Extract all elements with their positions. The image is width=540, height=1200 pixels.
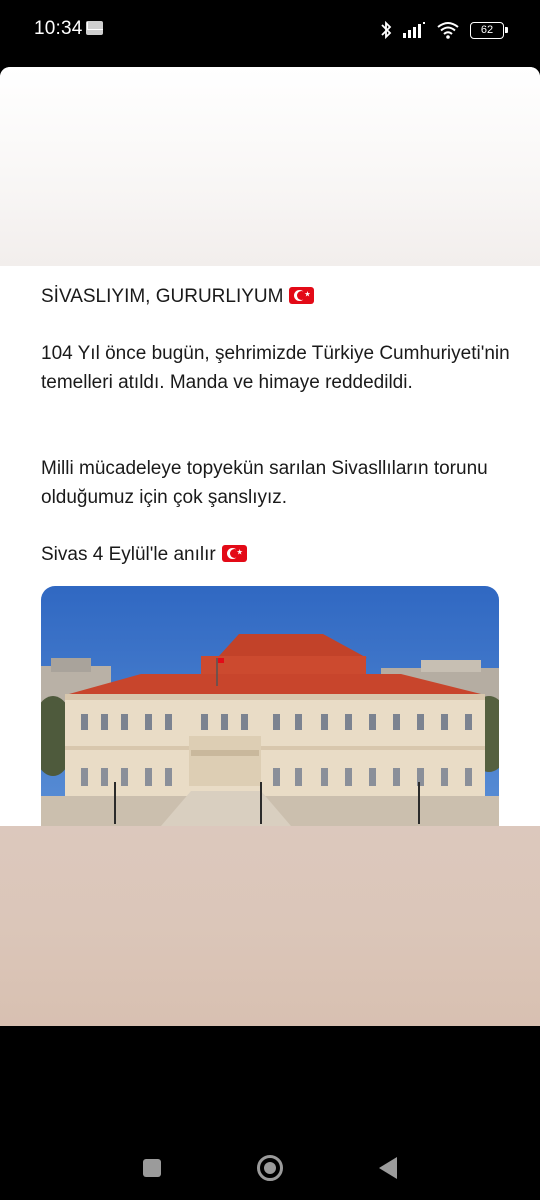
post-title: SİVASLIYIM, GURURLIYUM	[41, 282, 511, 311]
congress-building-image[interactable]	[41, 586, 499, 826]
card-bottom-fade	[0, 826, 540, 1026]
post-paragraph-1: 104 Yıl önce bugün, şehrimizde Türkiye C…	[41, 343, 510, 393]
post-title-text: SİVASLIYIM, GURURLIYUM	[41, 286, 284, 307]
post-content: SİVASLIYIM, GURURLIYUM 104 Yıl önce bugü…	[0, 266, 540, 826]
navigation-bar	[0, 1110, 540, 1200]
card-top-fade	[0, 67, 540, 266]
post-tagline: Sivas 4 Eylül'le anılır	[41, 540, 511, 569]
post-tagline-text: Sivas 4 Eylül'le anılır	[41, 544, 216, 565]
back-button[interactable]	[379, 1157, 397, 1179]
status-time: 10:34	[34, 18, 83, 39]
mail-icon	[86, 21, 103, 35]
battery-icon: 62	[470, 21, 508, 39]
status-icons: 62	[380, 17, 508, 43]
recents-button[interactable]	[143, 1159, 161, 1177]
home-button[interactable]	[257, 1155, 283, 1181]
post-card: SİVASLIYIM, GURURLIYUM 104 Yıl önce bugü…	[0, 67, 540, 1026]
wifi-icon	[436, 20, 460, 40]
battery-level: 62	[480, 23, 494, 36]
turkey-flag-icon	[221, 545, 247, 562]
status-bar: 10:34 62	[0, 0, 540, 62]
turkey-flag-icon	[289, 287, 315, 304]
bluetooth-icon	[380, 20, 392, 40]
signal-icon	[402, 21, 426, 39]
post-paragraph-2: Milli mücadeleye topyekün sarılan Sivasl…	[41, 458, 488, 508]
